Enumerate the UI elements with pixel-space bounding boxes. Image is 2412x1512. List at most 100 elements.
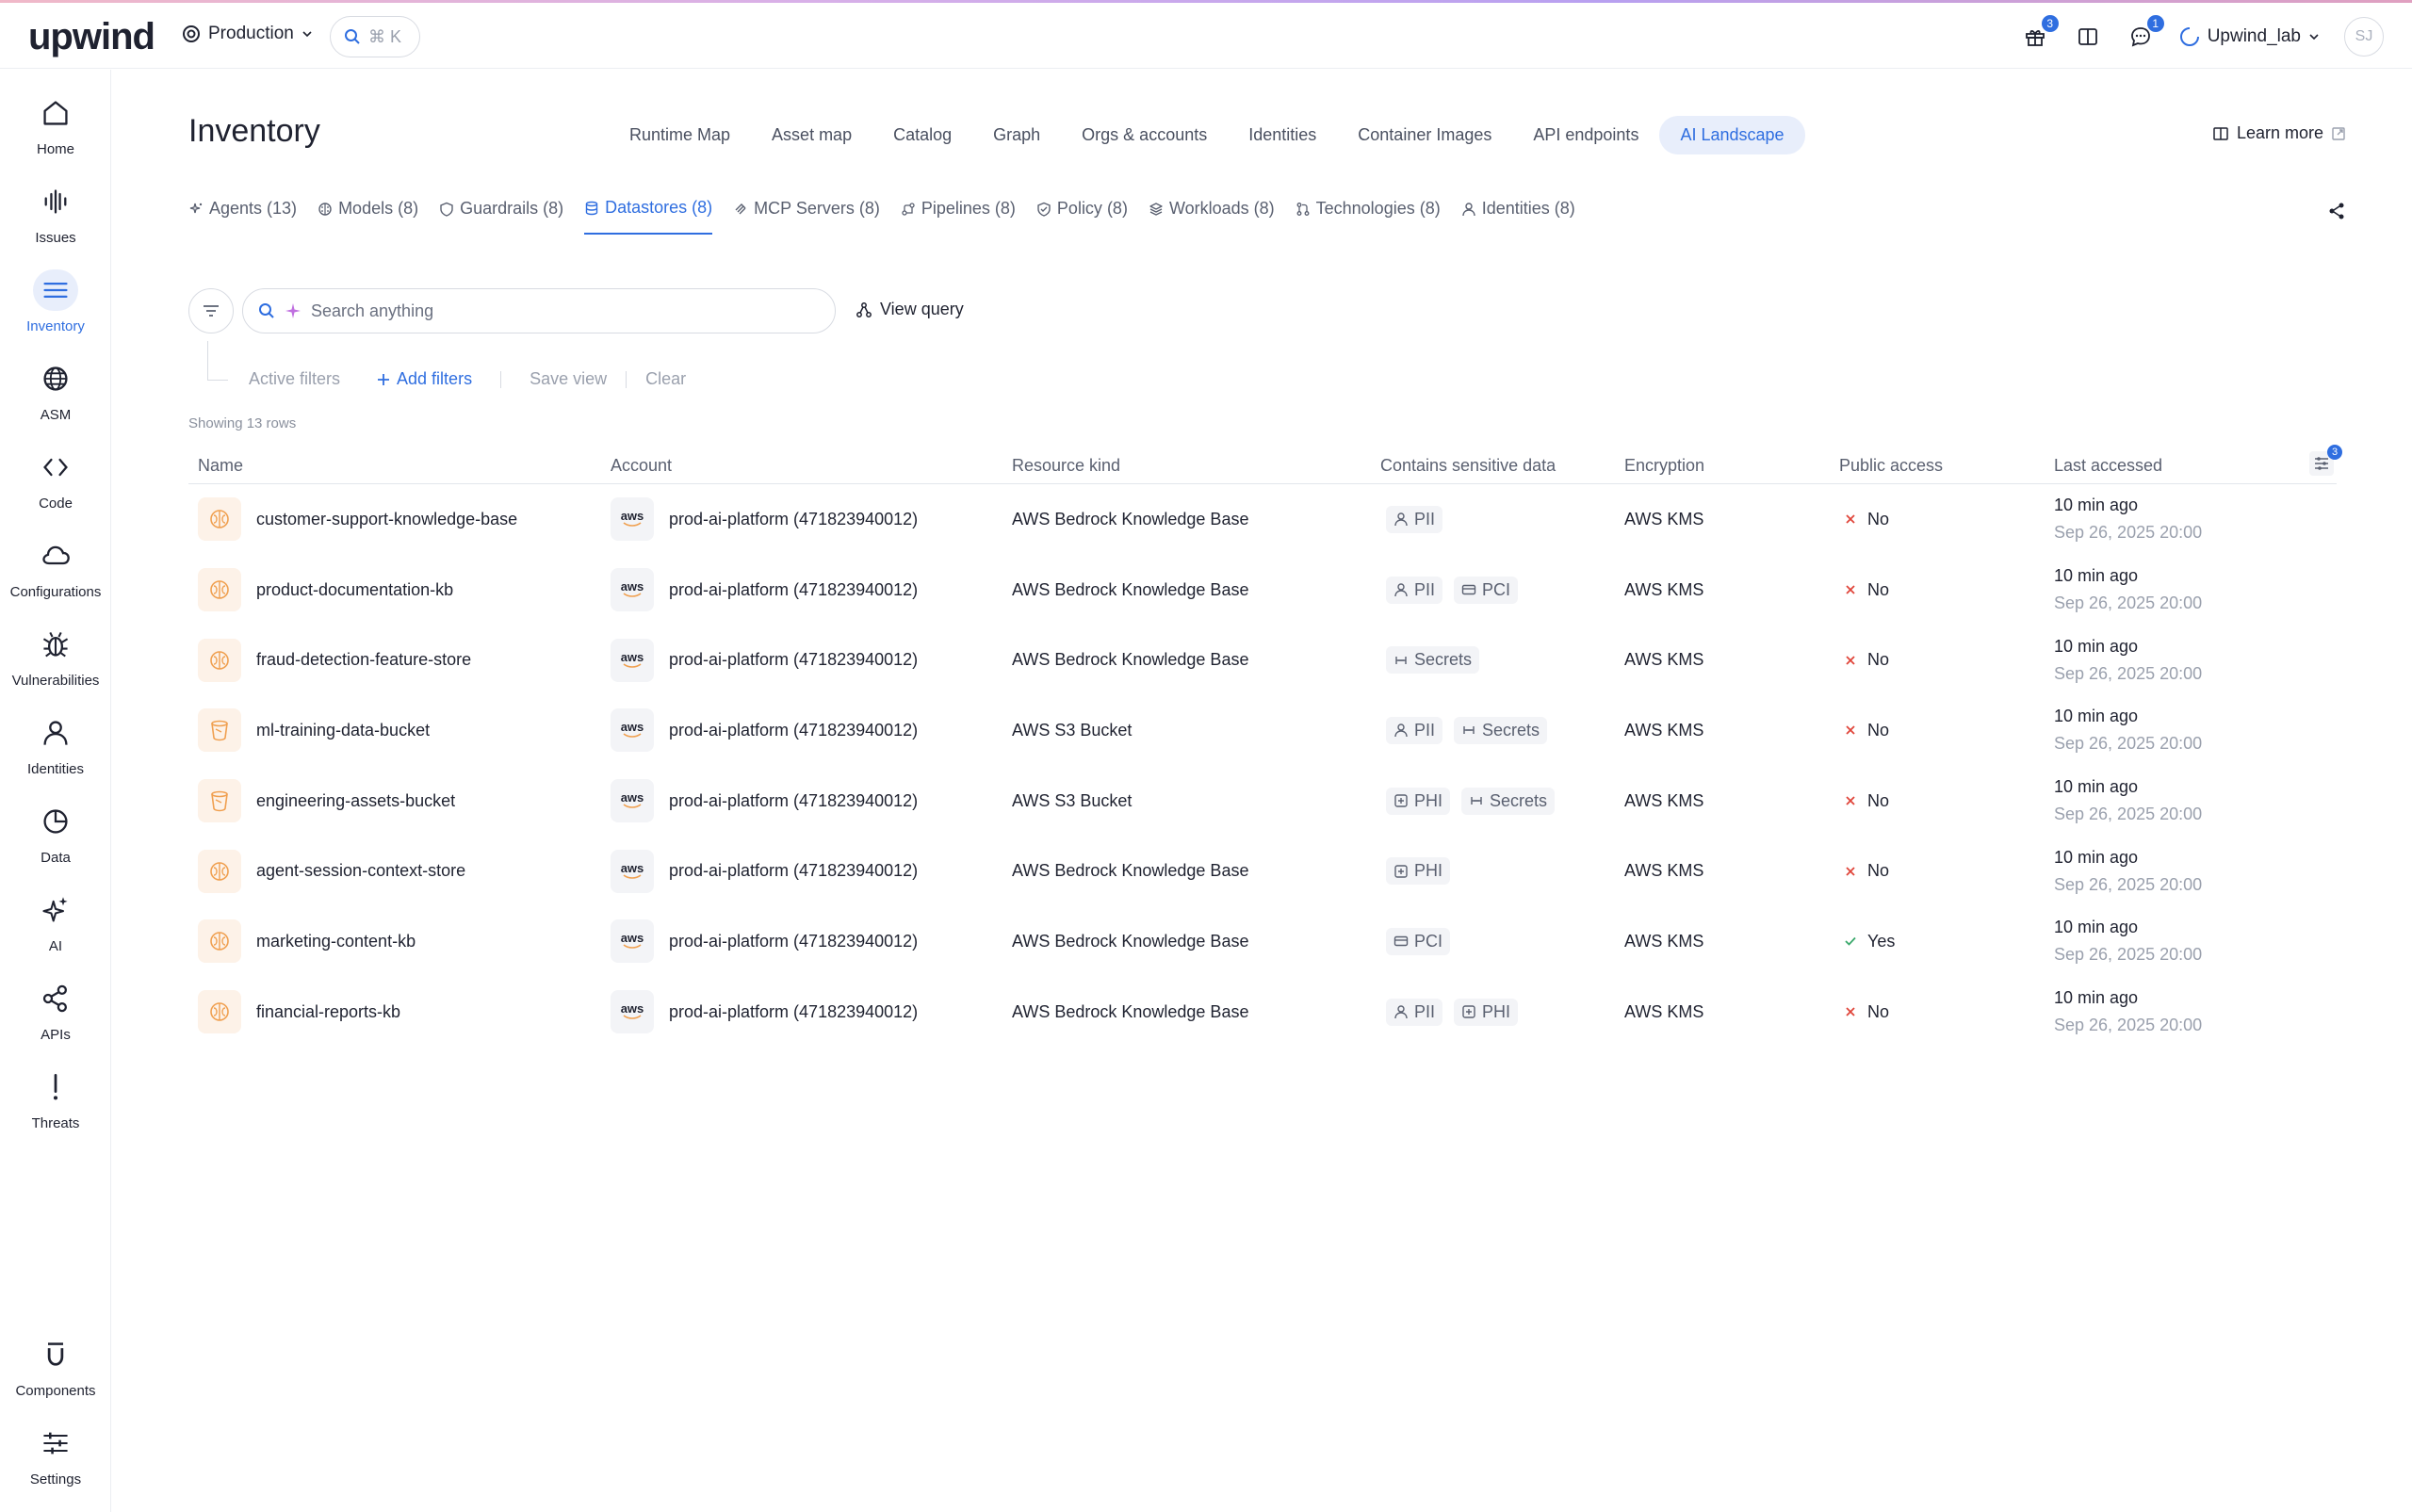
name-cell[interactable]: fraud-detection-feature-store [188, 625, 471, 695]
sidebar-item-code[interactable]: Code [0, 447, 111, 512]
clear-button[interactable]: Clear [645, 369, 686, 389]
subtab-pipelines[interactable]: Pipelines (8) [901, 198, 1016, 235]
sidebar-item-apis[interactable]: APIs [0, 978, 111, 1043]
sidebar-item-ai[interactable]: AI [0, 889, 111, 954]
account-cell: aws prod-ai-platform (471823940012) [611, 836, 918, 906]
name-cell[interactable]: marketing-content-kb [188, 906, 416, 977]
save-view-button[interactable]: Save view [530, 369, 607, 389]
resource-name[interactable]: fraud-detection-feature-store [256, 650, 471, 670]
tag-label: PII [1414, 720, 1436, 740]
sidebar-item-settings[interactable]: Settings [0, 1423, 111, 1488]
name-cell[interactable]: customer-support-knowledge-base [188, 484, 517, 555]
resource-name[interactable]: customer-support-knowledge-base [256, 510, 517, 529]
tab-catalog[interactable]: Catalog [872, 116, 972, 154]
name-cell[interactable]: agent-session-context-store [188, 836, 465, 906]
resource-name[interactable]: financial-reports-kb [256, 1002, 400, 1022]
share-button[interactable] [2327, 202, 2346, 225]
table-row[interactable]: product-documentation-kb aws prod-ai-platf… [188, 555, 2337, 626]
sidebar-item-identities[interactable]: Identities [0, 712, 111, 777]
subtab-models[interactable]: Models (8) [318, 198, 418, 235]
card-icon [1393, 936, 1409, 947]
sidebar-item-components[interactable]: Components [0, 1334, 111, 1399]
inventory-icon [33, 269, 78, 311]
name-cell[interactable]: product-documentation-kb [188, 555, 453, 626]
upwind-logo[interactable]: upwind [28, 16, 155, 58]
table-row[interactable]: agent-session-context-store aws prod-ai-pl… [188, 836, 2337, 906]
messages-button[interactable]: 1 [2127, 15, 2164, 51]
tab-runtime-map[interactable]: Runtime Map [609, 116, 751, 154]
chevron-down-icon [2309, 34, 2319, 41]
resource-name[interactable]: product-documentation-kb [256, 580, 453, 600]
messages-badge: 1 [2146, 15, 2164, 32]
subtab-policy[interactable]: Policy (8) [1036, 198, 1128, 235]
subtab-agents[interactable]: Agents (13) [188, 198, 297, 235]
sidebar-item-configurations[interactable]: Configurations [0, 535, 111, 600]
resource-name[interactable]: agent-session-context-store [256, 861, 465, 881]
environment-selector[interactable]: Production [182, 24, 313, 44]
column-header-resource-kind[interactable]: Resource kind [1012, 456, 1120, 476]
tab-api-endpoints[interactable]: API endpoints [1512, 116, 1659, 154]
exclamation-icon [33, 1066, 78, 1108]
user-avatar[interactable]: SJ [2344, 17, 2384, 57]
last-accessed-cell: 10 min ago Sep 26, 2025 20:00 [2054, 977, 2202, 1048]
layers-icon [1149, 202, 1163, 216]
name-cell[interactable]: ml-training-data-bucket [188, 695, 430, 766]
column-settings-button[interactable]: 3 [2308, 445, 2342, 479]
tab-ai-landscape[interactable]: AI Landscape [1659, 116, 1805, 154]
column-header-encryption[interactable]: Encryption [1624, 456, 1704, 476]
sidebar-item-inventory[interactable]: Inventory [0, 269, 111, 334]
tab-container-images[interactable]: Container Images [1337, 116, 1512, 154]
column-header-public-access[interactable]: Public access [1839, 456, 1943, 476]
resource-name[interactable]: marketing-content-kb [256, 932, 416, 951]
gift-button[interactable]: 3 [2021, 15, 2059, 51]
resource-name[interactable]: ml-training-data-bucket [256, 721, 430, 740]
sidebar-item-home[interactable]: Home [0, 92, 111, 157]
tab-graph[interactable]: Graph [972, 116, 1061, 154]
docs-button[interactable] [2074, 23, 2102, 51]
sidebar-item-vulnerabilities[interactable]: Vulnerabilities [0, 624, 111, 689]
last-accessed-relative: 10 min ago [2054, 988, 2139, 1008]
aws-label: aws [620, 649, 644, 664]
filter-toggle-button[interactable] [188, 288, 234, 333]
table-row[interactable]: financial-reports-kb aws prod-ai-platform … [188, 977, 2337, 1048]
table-row[interactable]: ml-training-data-bucket aws prod-ai-platfo… [188, 695, 2337, 766]
org-name: Upwind_lab [2207, 26, 2301, 46]
column-header-last-accessed[interactable]: Last accessed [2054, 456, 2162, 476]
sidebar-item-data[interactable]: Data [0, 801, 111, 866]
sidebar-item-threats[interactable]: Threats [0, 1066, 111, 1131]
tab-orgs-accounts[interactable]: Orgs & accounts [1061, 116, 1228, 154]
tab-identities[interactable]: Identities [1228, 116, 1337, 154]
table-header: 3 Name Account Resource kind Contains sensi… [188, 445, 2342, 484]
column-header-contains-sensitive-data[interactable]: Contains sensitive data [1380, 456, 1556, 476]
learn-more-link[interactable]: Learn more [2212, 123, 2346, 143]
subtab-mcp-servers[interactable]: MCP Servers (8) [733, 198, 880, 235]
subtab-guardrails[interactable]: Guardrails (8) [439, 198, 563, 235]
sidebar-item-asm[interactable]: ASM [0, 358, 111, 423]
subtab-workloads[interactable]: Workloads (8) [1149, 198, 1275, 235]
account-name: prod-ai-platform (471823940012) [669, 1001, 919, 1021]
name-cell[interactable]: financial-reports-kb [188, 977, 400, 1048]
name-cell[interactable]: engineering-assets-bucket [188, 766, 455, 837]
table-row[interactable]: fraud-detection-feature-store aws prod-ai-… [188, 625, 2337, 695]
sidebar-item-issues[interactable]: Issues [0, 181, 111, 246]
subtab-label: Workloads (8) [1168, 199, 1275, 218]
search-bar[interactable] [242, 288, 836, 333]
shield-icon [440, 202, 453, 217]
column-header-account[interactable]: Account [611, 456, 672, 476]
table-row[interactable]: customer-support-knowledge-base aws prod-a… [188, 484, 2337, 555]
subtab-datastores[interactable]: Datastores (8) [584, 198, 713, 235]
view-query-button[interactable]: View query [856, 300, 964, 319]
subtab-identities[interactable]: Identities (8) [1461, 198, 1575, 235]
sensitive-tag-secrets: Secrets [1454, 716, 1548, 744]
tab-asset-map[interactable]: Asset map [751, 116, 872, 154]
org-selector[interactable]: Upwind_lab [2179, 26, 2320, 47]
resource-name[interactable]: engineering-assets-bucket [256, 791, 455, 811]
subtab-technologies[interactable]: Technologies (8) [1296, 198, 1441, 235]
gift-badge: 3 [2041, 15, 2059, 32]
table-row[interactable]: engineering-assets-bucket aws prod-ai-plat… [188, 766, 2337, 837]
table-row[interactable]: marketing-content-kb aws prod-ai-platform … [188, 906, 2337, 977]
column-header-name[interactable]: Name [198, 456, 243, 476]
add-filters-button[interactable]: Add filters [376, 369, 472, 389]
global-search-button[interactable]: ⌘ K [330, 16, 420, 57]
search-input[interactable] [311, 301, 801, 321]
